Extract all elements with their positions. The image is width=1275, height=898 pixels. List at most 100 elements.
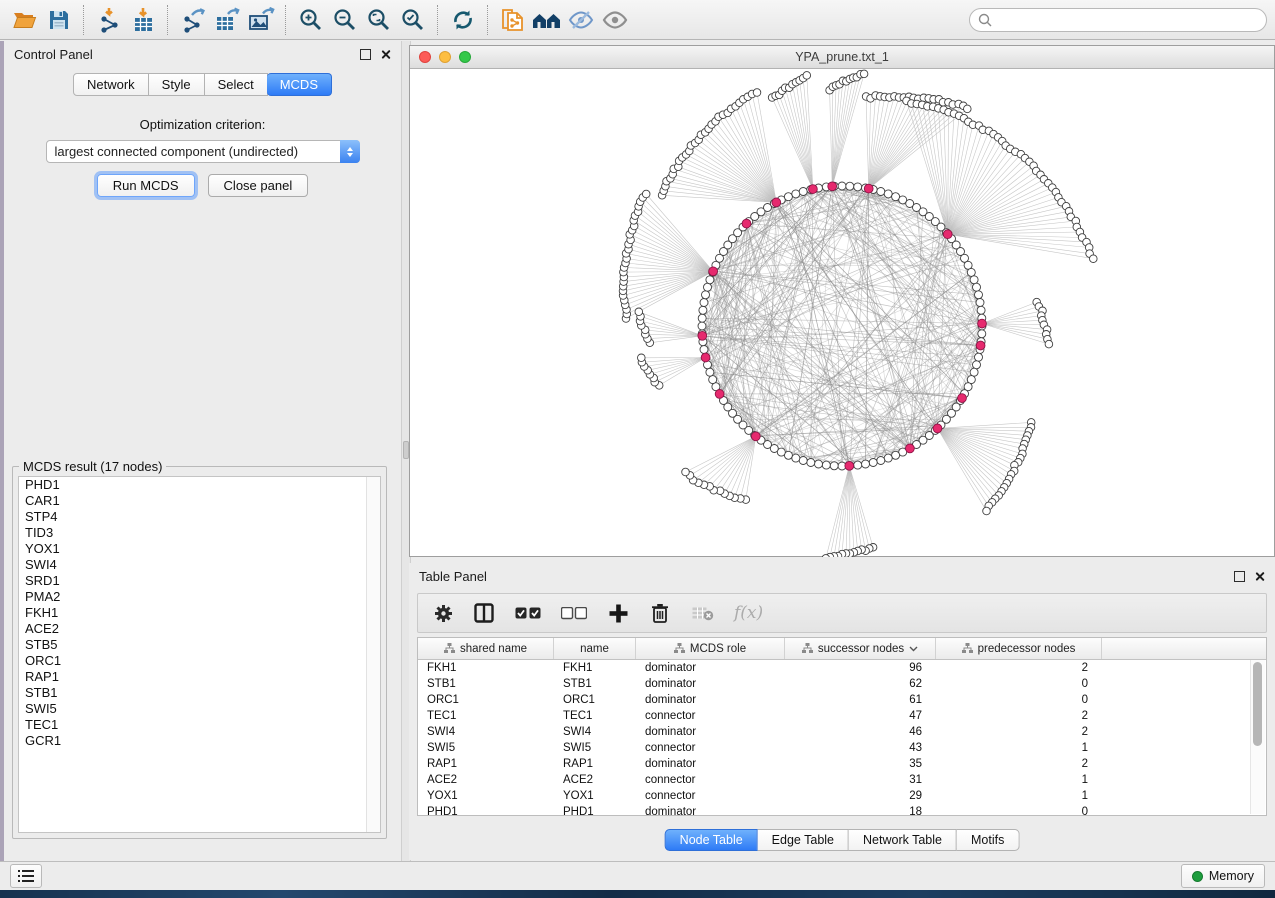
- mcds-result-list[interactable]: PHD1CAR1STP4TID3YOX1SWI4SRD1PMA2FKH1ACE2…: [18, 476, 381, 833]
- list-item[interactable]: GCR1: [19, 733, 380, 749]
- column-type-icon: [444, 643, 455, 654]
- column-header-shared-name[interactable]: shared name: [418, 638, 554, 659]
- column-header-successor-nodes[interactable]: successor nodes: [785, 638, 936, 659]
- zoom-out-button[interactable]: [328, 4, 362, 36]
- close-panel-icon[interactable]: [380, 49, 391, 60]
- table-settings-button[interactable]: [432, 597, 454, 629]
- network-window-titlebar[interactable]: YPA_prune.txt_1: [410, 46, 1274, 69]
- toolbar-separator: [285, 5, 287, 35]
- table-cell: 0: [936, 678, 1102, 690]
- tab-mcds[interactable]: MCDS: [267, 73, 332, 96]
- list-item[interactable]: ORC1: [19, 653, 380, 669]
- table-row[interactable]: ACE2ACE2connector311: [418, 772, 1266, 788]
- table-row[interactable]: STB1STB1dominator620: [418, 676, 1266, 692]
- list-item[interactable]: STP4: [19, 509, 380, 525]
- tab-select[interactable]: Select: [205, 73, 268, 96]
- tab-network[interactable]: Network: [73, 73, 149, 96]
- list-item[interactable]: SWI4: [19, 557, 380, 573]
- tab-node-table[interactable]: Node Table: [665, 829, 758, 851]
- run-mcds-button[interactable]: Run MCDS: [97, 174, 195, 197]
- table-cell: connector: [636, 774, 785, 786]
- export-table-button[interactable]: [210, 4, 244, 36]
- result-list-scrollbar[interactable]: [366, 477, 380, 832]
- export-image-button[interactable]: [244, 4, 278, 36]
- list-item[interactable]: PHD1: [19, 477, 380, 493]
- criterion-dropdown[interactable]: largest connected component (undirected): [46, 140, 360, 163]
- tab-style[interactable]: Style: [149, 73, 205, 96]
- column-header-filler: [1102, 638, 1266, 659]
- toolbar-separator: [83, 5, 85, 35]
- save-session-button[interactable]: [42, 4, 76, 36]
- table-row[interactable]: PHD1PHD1dominator180: [418, 804, 1266, 816]
- table-cell: connector: [636, 742, 785, 754]
- home-view-button[interactable]: [530, 4, 564, 36]
- close-panel-button[interactable]: Close panel: [208, 174, 309, 197]
- column-header-name[interactable]: name: [554, 638, 636, 659]
- list-item[interactable]: PMA2: [19, 589, 380, 605]
- show-eye-button[interactable]: [598, 4, 632, 36]
- zoom-selected-button[interactable]: [396, 4, 430, 36]
- table-row[interactable]: RAP1RAP1dominator352: [418, 756, 1266, 772]
- tab-edge-table[interactable]: Edge Table: [758, 829, 849, 851]
- table-row[interactable]: YOX1YOX1connector291: [418, 788, 1266, 804]
- delete-columns-button[interactable]: [648, 597, 672, 629]
- task-history-button[interactable]: [10, 864, 42, 888]
- table-row[interactable]: FKH1FKH1dominator962: [418, 660, 1266, 676]
- import-network-icon: [96, 7, 122, 33]
- search-input[interactable]: [997, 12, 1258, 28]
- list-item[interactable]: STB1: [19, 685, 380, 701]
- add-column-button[interactable]: [606, 597, 630, 629]
- scrollbar-thumb[interactable]: [1253, 662, 1262, 746]
- show-columns-button[interactable]: [472, 597, 496, 629]
- table-cell: dominator: [636, 694, 785, 706]
- delete-table-button[interactable]: [690, 597, 716, 629]
- table-tabs: Node Table Edge Table Network Table Moti…: [665, 829, 1020, 851]
- function-builder-button[interactable]: f(x): [734, 603, 763, 623]
- list-item[interactable]: RAP1: [19, 669, 380, 685]
- tab-motifs[interactable]: Motifs: [957, 829, 1019, 851]
- deselect-all-button[interactable]: [560, 597, 588, 629]
- memory-button[interactable]: Memory: [1181, 864, 1265, 888]
- table-row[interactable]: SWI4SWI4dominator462: [418, 724, 1266, 740]
- list-item[interactable]: SWI5: [19, 701, 380, 717]
- list-item[interactable]: SRD1: [19, 573, 380, 589]
- column-header-mcds-role[interactable]: MCDS role: [636, 638, 785, 659]
- table-row[interactable]: TEC1TEC1connector472: [418, 708, 1266, 724]
- table-cell: dominator: [636, 662, 785, 674]
- table-cell: 2: [936, 726, 1102, 738]
- search-box[interactable]: [969, 8, 1267, 32]
- table-cell: 43: [785, 742, 936, 754]
- table-scrollbar[interactable]: [1250, 660, 1265, 814]
- network-canvas[interactable]: [410, 69, 1274, 557]
- import-network-button[interactable]: [92, 4, 126, 36]
- table-row[interactable]: SWI5SWI5connector431: [418, 740, 1266, 756]
- table-row[interactable]: ORC1ORC1dominator610: [418, 692, 1266, 708]
- import-table-icon: [130, 7, 156, 33]
- refresh-layout-button[interactable]: [446, 4, 480, 36]
- tab-network-table[interactable]: Network Table: [849, 829, 957, 851]
- open-file-button[interactable]: [8, 4, 42, 36]
- float-panel-icon[interactable]: [1234, 571, 1245, 582]
- table-cell: TEC1: [418, 710, 554, 722]
- hide-panels-button[interactable]: [564, 4, 598, 36]
- list-item[interactable]: ACE2: [19, 621, 380, 637]
- select-all-button[interactable]: [514, 597, 542, 629]
- control-panel-tabs: Network Style Select MCDS: [4, 73, 401, 96]
- list-item[interactable]: TID3: [19, 525, 380, 541]
- search-icon: [978, 13, 992, 27]
- eye-icon: [601, 9, 629, 31]
- list-item[interactable]: STB5: [19, 637, 380, 653]
- import-table-button[interactable]: [126, 4, 160, 36]
- list-item[interactable]: TEC1: [19, 717, 380, 733]
- float-panel-icon[interactable]: [360, 49, 371, 60]
- duplicate-network-button[interactable]: [496, 4, 530, 36]
- list-item[interactable]: YOX1: [19, 541, 380, 557]
- close-panel-icon[interactable]: [1254, 571, 1265, 582]
- column-header-predecessor-nodes[interactable]: predecessor nodes: [936, 638, 1102, 659]
- zoom-fit-button[interactable]: [362, 4, 396, 36]
- unchecked-boxes-icon: [561, 607, 587, 620]
- zoom-in-button[interactable]: [294, 4, 328, 36]
- export-network-button[interactable]: [176, 4, 210, 36]
- list-item[interactable]: CAR1: [19, 493, 380, 509]
- list-item[interactable]: FKH1: [19, 605, 380, 621]
